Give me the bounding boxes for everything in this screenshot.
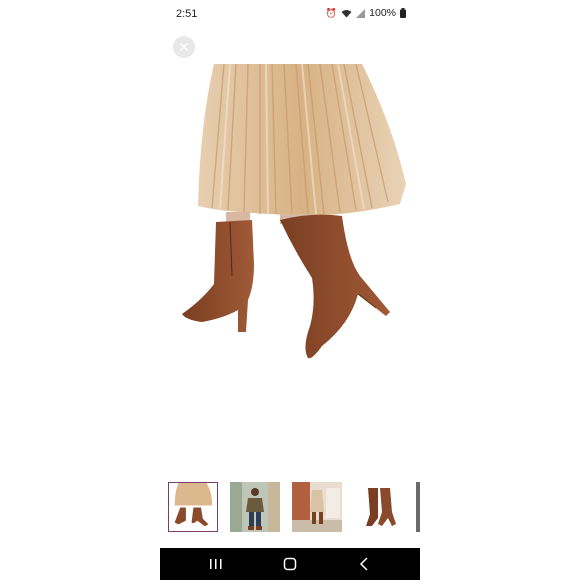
alarm-icon: ⏰ <box>325 7 338 18</box>
phone-screen: 2:51 ⏰ 100% ✕ <box>160 0 420 580</box>
back-button[interactable] <box>344 548 384 580</box>
android-nav-bar <box>160 548 420 580</box>
close-button[interactable]: ✕ <box>173 36 195 58</box>
thumbnail-1-image <box>169 483 216 530</box>
thumbnail-3-image <box>292 482 342 532</box>
thumbnail-strip <box>166 480 420 534</box>
thumbnail-4[interactable] <box>354 482 404 532</box>
recents-icon <box>210 559 222 569</box>
close-icon: ✕ <box>178 39 190 55</box>
thumbnail-5[interactable] <box>416 482 420 532</box>
battery-text: 100% <box>369 7 396 19</box>
home-button[interactable] <box>270 548 310 580</box>
thumbnail-1[interactable] <box>168 482 218 532</box>
status-bar: 2:51 ⏰ 100% <box>160 0 420 28</box>
signal-icon <box>356 8 366 18</box>
thumbnail-4-image <box>354 482 404 532</box>
battery-icon <box>400 8 406 18</box>
thumbnail-5-image <box>416 482 420 532</box>
thumbnail-2-image <box>230 482 280 532</box>
thumbnail-2[interactable] <box>230 482 280 532</box>
back-icon <box>359 557 368 571</box>
status-icons: ⏰ 100% <box>326 7 406 19</box>
recents-button[interactable] <box>196 548 236 580</box>
status-time: 2:51 <box>176 8 198 20</box>
product-main-image[interactable] <box>162 64 418 378</box>
wifi-icon <box>341 9 352 17</box>
home-icon <box>283 557 297 571</box>
thumbnail-3[interactable] <box>292 482 342 532</box>
